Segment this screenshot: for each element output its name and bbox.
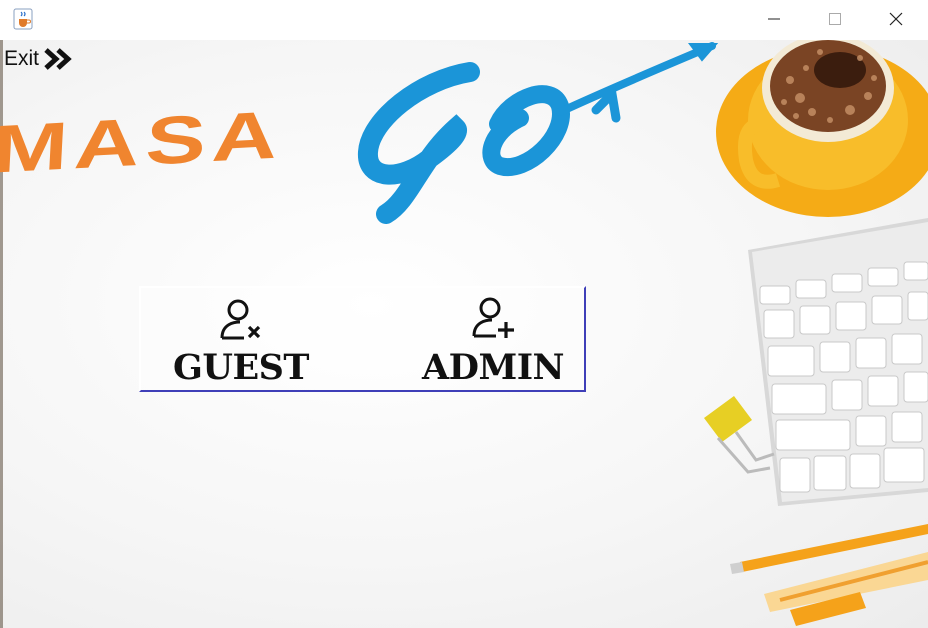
logo-go-swoosh: [358, 42, 719, 224]
minimize-button[interactable]: [754, 6, 794, 32]
user-remove-icon: [220, 299, 261, 340]
svg-text:MASA: MASA: [0, 97, 286, 187]
window-title-bar: [0, 0, 928, 40]
login-choice-panel: GUEST ADMIN: [139, 286, 586, 392]
user-add-icon: [472, 297, 514, 338]
maximize-button[interactable]: [815, 6, 855, 32]
guest-button[interactable]: GUEST: [163, 288, 319, 392]
window-edge: [0, 40, 3, 628]
logo-masa: MASA: [0, 97, 286, 187]
admin-button[interactable]: ADMIN: [411, 288, 575, 392]
java-coffee-icon: [13, 8, 33, 30]
main-content: MASA Exit GUEST ADMIN: [0, 40, 928, 628]
guest-label: GUEST: [173, 347, 309, 388]
pencils-image: [730, 524, 928, 626]
admin-label: ADMIN: [421, 347, 565, 388]
keyboard-image: [748, 218, 928, 506]
double-chevron-right-icon: [44, 48, 72, 70]
minimize-icon: [768, 18, 780, 20]
exit-button[interactable]: Exit: [4, 46, 76, 72]
close-button[interactable]: [876, 6, 916, 32]
coffee-mug-image: [716, 40, 928, 217]
exit-label: Exit: [4, 47, 40, 70]
maximize-icon: [829, 13, 841, 25]
binder-clip-image: [704, 396, 775, 474]
close-icon: [889, 12, 903, 26]
